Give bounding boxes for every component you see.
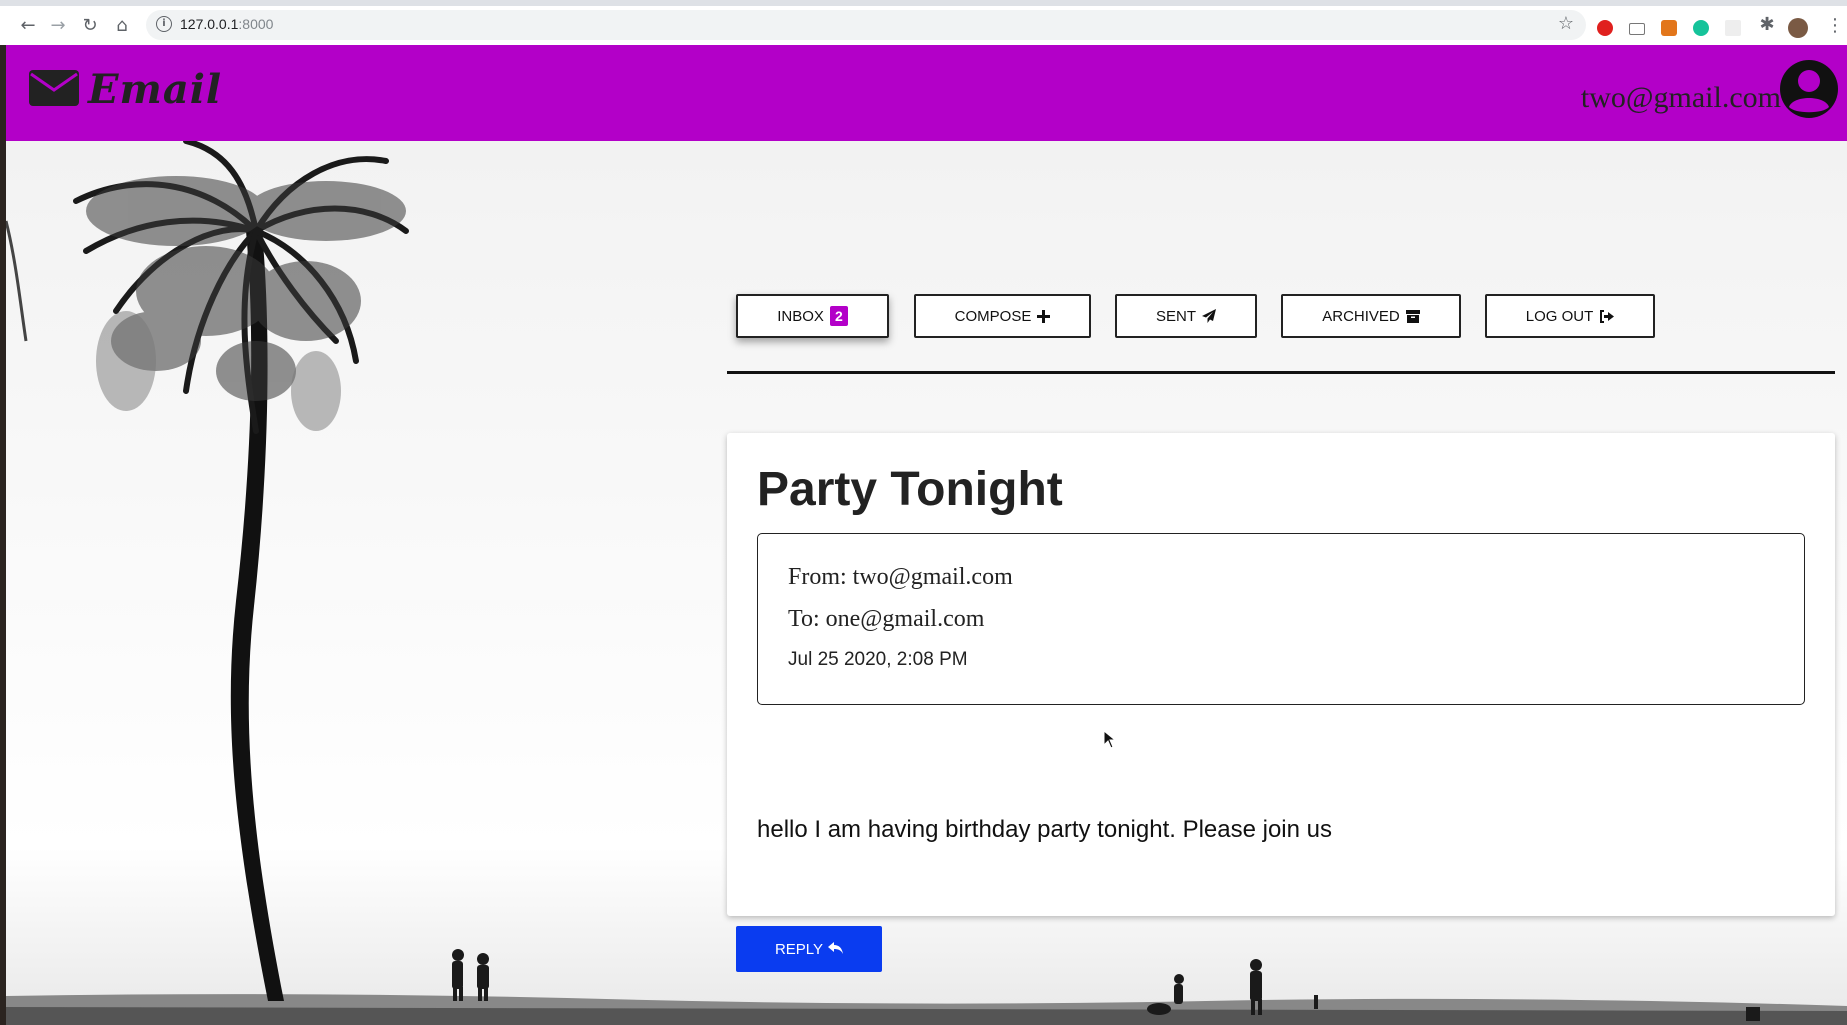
reload-icon[interactable]: ↻	[78, 14, 102, 38]
email-timestamp: Jul 25 2020, 2:08 PM	[788, 649, 968, 670]
reply-arrow-icon	[828, 941, 844, 958]
archive-box-icon	[1405, 309, 1420, 323]
app-header: Email two@gmail.com	[6, 45, 1847, 141]
logout-label: LOG OUT	[1525, 307, 1594, 325]
inbox-count-badge: 2	[829, 306, 848, 326]
sign-out-icon	[1599, 309, 1615, 323]
extension-blank-icon[interactable]	[1725, 20, 1741, 36]
email-subject: Party Tonight	[757, 463, 1063, 516]
section-divider	[727, 371, 1835, 374]
email-to: To: one@gmail.com	[788, 606, 985, 632]
compose-button[interactable]: COMPOSE	[914, 294, 1091, 338]
inbox-label: INBOX	[777, 307, 824, 325]
app-logo[interactable]: Email	[88, 66, 222, 113]
current-user-email: two@gmail.com	[1580, 81, 1781, 114]
extension-opera-icon[interactable]	[1597, 20, 1613, 36]
logout-button[interactable]: LOG OUT	[1485, 294, 1655, 338]
url-text[interactable]: 127.0.0.1:8000	[180, 16, 273, 32]
email-meta-box: From: two@gmail.com To: one@gmail.com Ju…	[757, 533, 1805, 705]
home-icon[interactable]: ⌂	[110, 14, 134, 38]
inbox-button[interactable]: INBOX 2	[736, 294, 889, 338]
star-icon[interactable]: ☆	[1558, 13, 1574, 34]
extensions-icon[interactable]: ✱	[1755, 13, 1779, 37]
extension-grammarly-icon[interactable]	[1693, 20, 1709, 36]
compose-label: COMPOSE	[954, 307, 1032, 325]
reply-label: REPLY	[774, 940, 824, 958]
archived-label: ARCHIVED	[1322, 307, 1400, 325]
menu-icon[interactable]: ⋮	[1826, 15, 1844, 36]
sent-label: SENT	[1155, 307, 1196, 325]
email-from: From: two@gmail.com	[788, 564, 1013, 590]
user-avatar-icon[interactable]	[1779, 59, 1839, 124]
extension-metamask-icon[interactable]	[1661, 20, 1677, 36]
email-body: hello I am having birthday party tonight…	[757, 816, 1333, 843]
paper-plane-icon	[1202, 309, 1216, 323]
sent-button[interactable]: SENT	[1115, 294, 1257, 338]
info-icon[interactable]: i	[156, 16, 172, 32]
archived-button[interactable]: ARCHIVED	[1281, 294, 1461, 338]
email-card: Party Tonight From: two@gmail.com To: on…	[727, 433, 1835, 916]
mouse-cursor-icon	[1103, 729, 1117, 754]
reply-button[interactable]: REPLY	[736, 926, 882, 972]
address-bar[interactable]: i 127.0.0.1:8000 ☆	[146, 10, 1586, 40]
profile-avatar[interactable]	[1788, 18, 1808, 38]
forward-icon[interactable]: →	[46, 14, 70, 38]
back-icon[interactable]: ←	[16, 14, 40, 38]
envelope-icon	[29, 70, 79, 111]
extension-radio-icon[interactable]	[1629, 23, 1645, 35]
plus-icon	[1037, 309, 1051, 323]
browser-toolbar: ← → ↻ ⌂ i 127.0.0.1:8000 ☆ ✱ ⋮	[0, 6, 1847, 46]
